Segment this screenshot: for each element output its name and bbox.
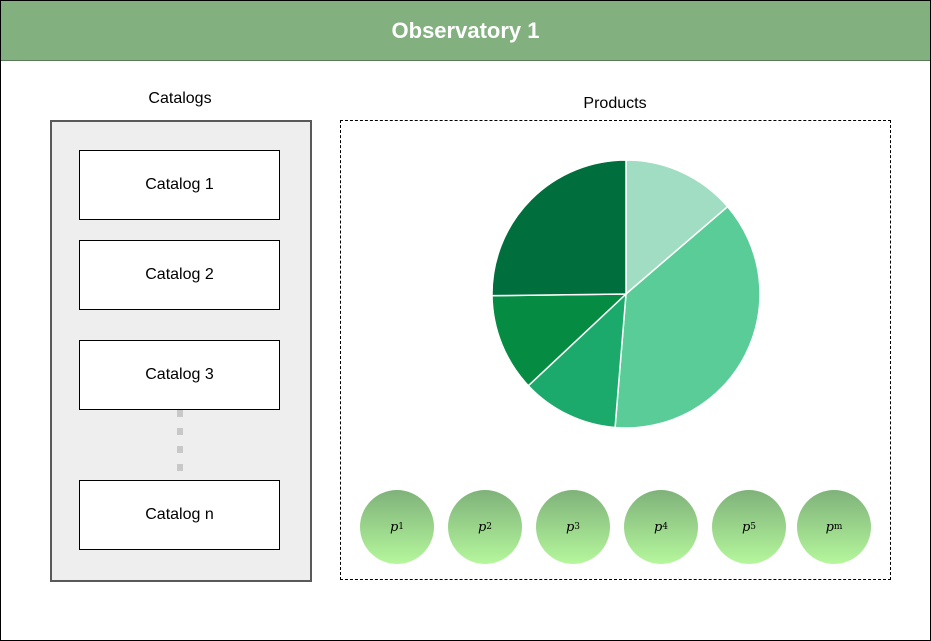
- product-subscript: 3: [574, 522, 581, 532]
- product-subscript: m: [833, 522, 843, 532]
- product-circle: p1: [360, 490, 434, 564]
- product-circle: p5: [712, 490, 786, 564]
- product-symbol: p: [825, 519, 834, 535]
- product-symbol: p: [741, 519, 751, 535]
- product-symbol: p: [477, 519, 487, 535]
- product-circle: p3: [536, 490, 610, 564]
- product-subscript: 5: [750, 522, 757, 532]
- product-symbol: p: [565, 519, 575, 535]
- product-subscript: 4: [662, 522, 669, 532]
- product-circle: p4: [624, 490, 698, 564]
- product-subscript: 1: [398, 522, 405, 532]
- pie-slice-5: [491, 159, 627, 297]
- product-symbol: p: [653, 519, 663, 535]
- product-subscript: 2: [486, 522, 493, 532]
- product-circle: pm: [797, 490, 871, 564]
- product-symbol: p: [389, 519, 399, 535]
- product-circle: p2: [448, 490, 522, 564]
